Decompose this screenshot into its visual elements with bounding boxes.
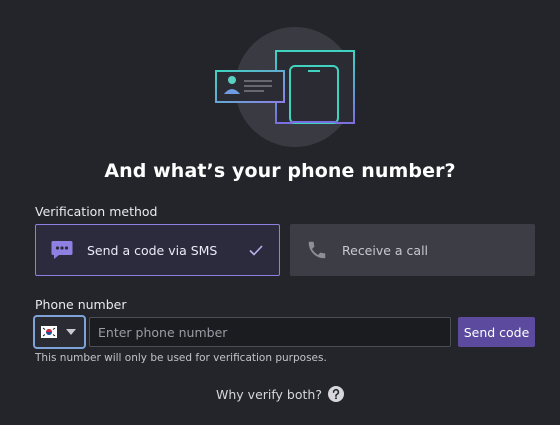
why-verify-label: Why verify both?	[216, 386, 322, 402]
phone-icon	[304, 237, 330, 263]
checkmark-icon	[247, 241, 265, 259]
phone-number-input[interactable]	[89, 317, 451, 347]
sms-icon	[49, 237, 75, 263]
south-korea-flag-icon	[41, 326, 57, 338]
why-verify-link[interactable]: Why verify both?	[0, 386, 560, 402]
phone-usage-hint: This number will only be used for verifi…	[35, 352, 327, 364]
help-icon[interactable]	[327, 386, 344, 402]
phone-verification-illustration	[215, 27, 355, 147]
sms-option-button[interactable]: Send a code via SMS	[35, 224, 280, 276]
phone-number-label: Phone number	[35, 297, 127, 312]
call-option-label: Receive a call	[342, 242, 429, 258]
verification-method-label: Verification method	[35, 204, 158, 219]
page-title: And what’s your phone number?	[104, 160, 456, 182]
send-code-button[interactable]: Send code	[458, 317, 535, 347]
sms-option-label: Send a code via SMS	[87, 242, 218, 258]
country-code-dropdown[interactable]	[33, 315, 86, 349]
chevron-down-icon	[66, 329, 76, 335]
call-option-button[interactable]: Receive a call	[290, 224, 535, 276]
